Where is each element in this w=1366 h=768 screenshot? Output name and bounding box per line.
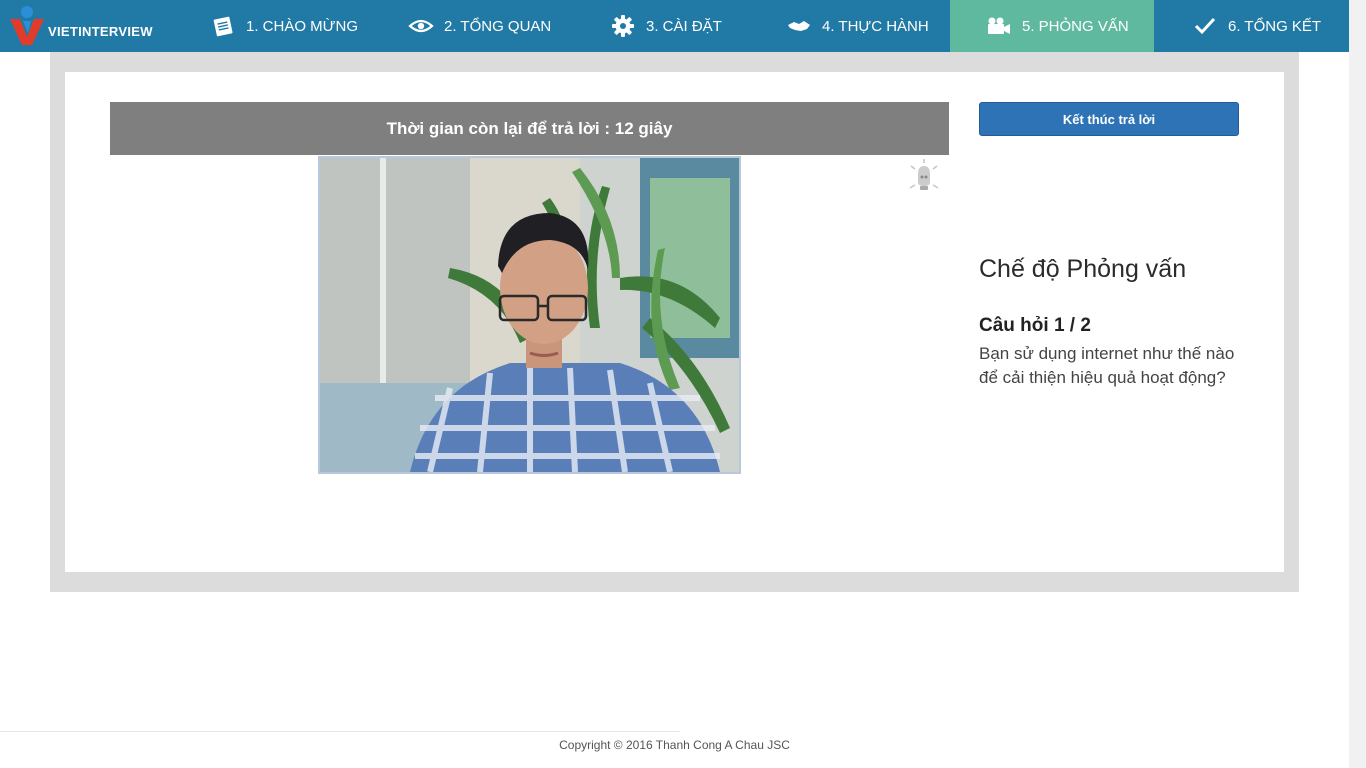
nav-item-label: 4. THỰC HÀNH <box>822 17 929 35</box>
video-camera-icon <box>986 13 1012 39</box>
notepad-icon <box>210 13 236 39</box>
nav-item-practice[interactable]: 4. THỰC HÀNH <box>786 0 929 52</box>
nav-item-interview[interactable]: 5. PHỎNG VẤN <box>950 0 1154 52</box>
webcam-frame-image <box>320 158 739 472</box>
nav-item-welcome[interactable]: 1. CHÀO MỪNG <box>210 0 358 52</box>
webcam-video-feed <box>318 156 741 474</box>
nav-item-settings[interactable]: 3. CÀI ĐẶT <box>610 0 722 52</box>
brand-name: VIETINTERVIEW <box>48 24 153 39</box>
question-number: Câu hỏi 1 / 2 <box>979 315 1091 336</box>
nav-item-label: 1. CHÀO MỪNG <box>246 17 358 35</box>
top-navigation: VIETINTERVIEW 1. CHÀO MỪNG 2. TỔNG QUAN … <box>0 0 1349 52</box>
end-answer-button[interactable]: Kết thúc trả lời <box>979 102 1239 136</box>
nav-item-overview[interactable]: 2. TỔNG QUAN <box>408 0 551 52</box>
handshake-icon <box>786 13 812 39</box>
nav-item-label: 3. CÀI ĐẶT <box>646 17 722 35</box>
question-text: Bạn sử dụng internet như thế nào để cải … <box>979 344 1235 387</box>
brand-mark-icon <box>10 6 44 45</box>
checkmark-icon <box>1192 13 1218 39</box>
vertical-scrollbar[interactable] <box>1349 0 1366 768</box>
nav-item-label: 2. TỔNG QUAN <box>444 17 552 35</box>
page: VIETINTERVIEW 1. CHÀO MỪNG 2. TỔNG QUAN … <box>0 0 1366 768</box>
countdown-timer-bar: Thời gian còn lại để trả lời : 12 giây <box>110 102 949 155</box>
nav-item-label: 6. TỔNG KẾT <box>1228 17 1322 35</box>
countdown-timer-text: Thời gian còn lại để trả lời : 12 giây <box>386 118 673 138</box>
lightbulb-icon[interactable] <box>908 158 940 192</box>
nav-item-summary[interactable]: 6. TỔNG KẾT <box>1192 0 1321 52</box>
copyright-text: Copyright © 2016 Thanh Cong A Chau JSC <box>559 738 790 752</box>
gear-icon <box>610 13 636 39</box>
eye-icon <box>408 13 434 39</box>
brand-logo[interactable]: VIETINTERVIEW <box>8 3 178 49</box>
footer-divider <box>0 731 680 732</box>
nav-item-label: 5. PHỎNG VẤN <box>1022 17 1129 35</box>
interview-mode-title: Chế độ Phỏng vấn <box>979 255 1187 283</box>
